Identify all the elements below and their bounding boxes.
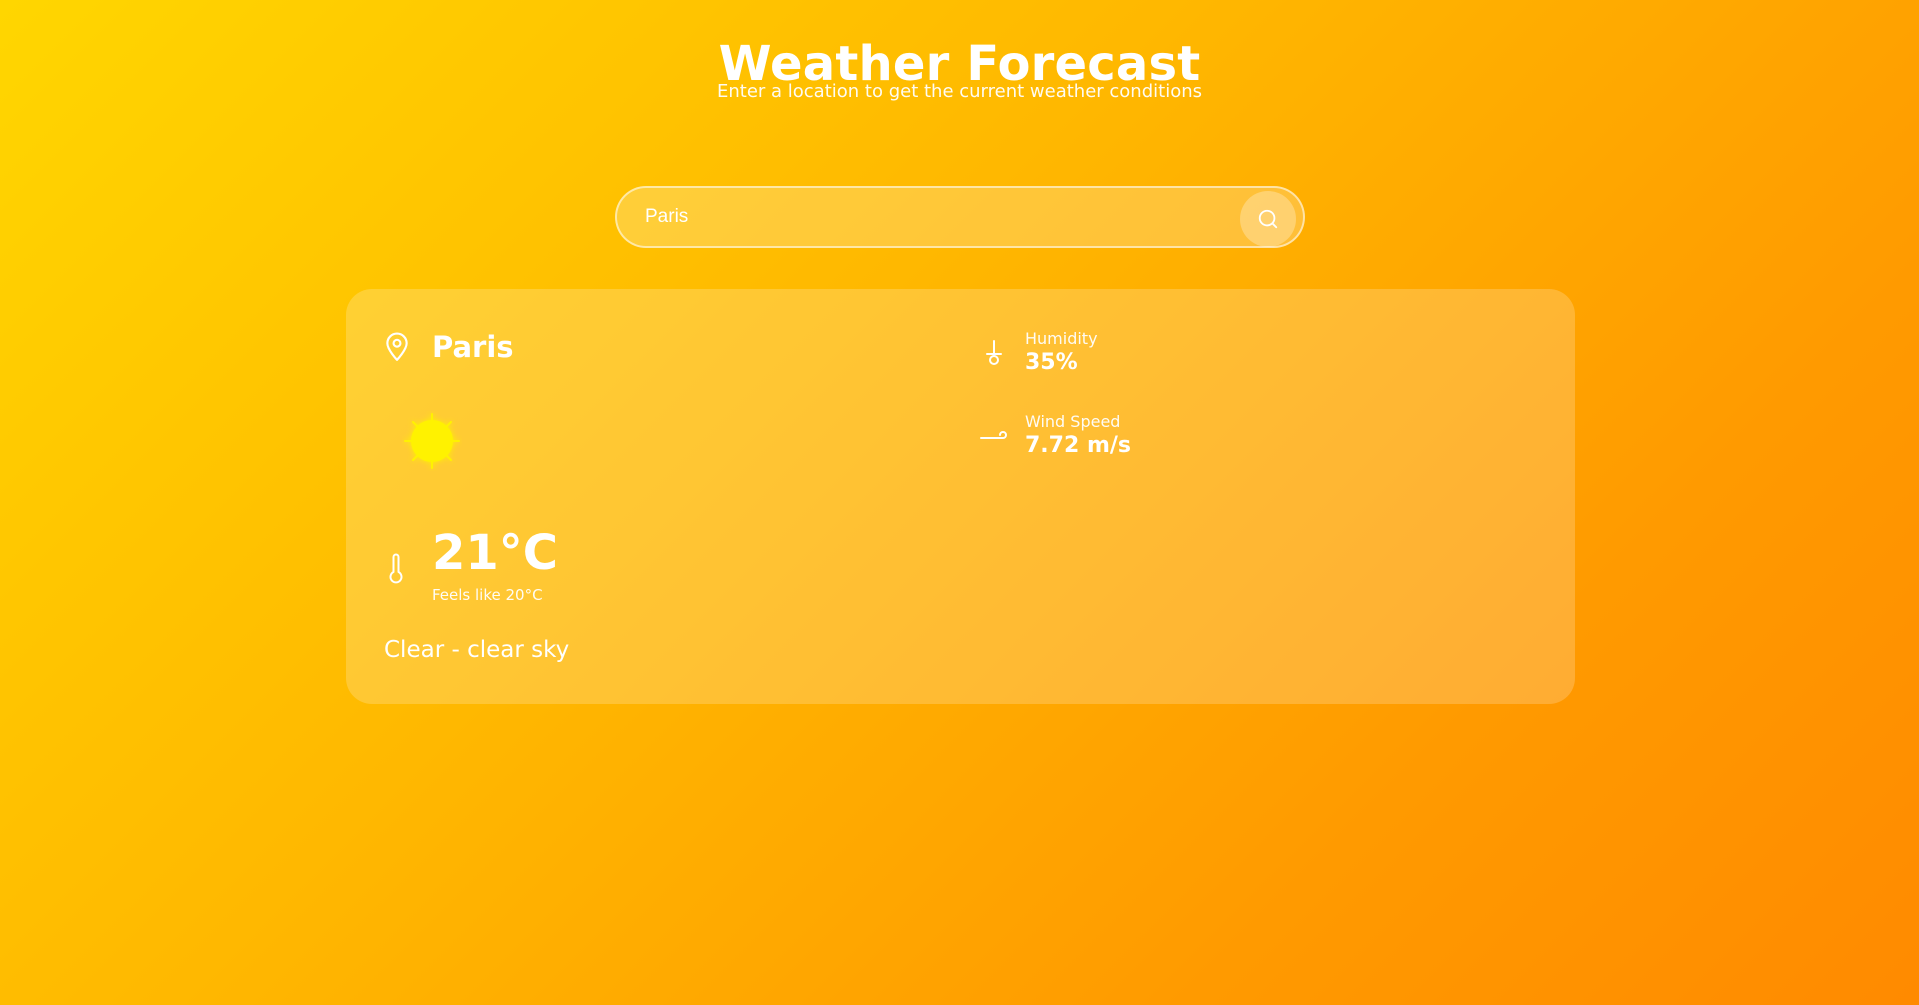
humidity-value: 35% — [1025, 350, 1078, 375]
wind-stat: Wind Speed 7.72 m/s — [979, 412, 1131, 460]
page-subtitle: Enter a location to get the current weat… — [716, 81, 1202, 102]
search-button[interactable] — [1240, 191, 1296, 247]
humidity-stat: Humidity 35% — [979, 329, 1098, 377]
weather-card: Paris 21°C Feels like 20°C Clear - clear… — [346, 289, 1575, 704]
location-row: Paris — [384, 329, 514, 365]
weather-condition-icon — [402, 411, 462, 471]
wind-icon — [979, 421, 1009, 451]
wind-label: Wind Speed — [1025, 412, 1121, 431]
humidity-text: Humidity 35% — [1025, 329, 1098, 377]
humidity-icon — [979, 338, 1009, 368]
feels-like: Feels like 20°C — [432, 586, 543, 604]
weather-description: Clear - clear sky — [384, 637, 570, 663]
map-pin-icon — [386, 332, 408, 361]
search-icon — [1258, 209, 1278, 229]
temperature-value: 21°C — [432, 525, 559, 581]
temperature-row: 21°C Feels like 20°C — [384, 525, 558, 605]
search-bar — [615, 186, 1305, 248]
humidity-label: Humidity — [1025, 329, 1098, 348]
thermometer-icon — [389, 553, 403, 584]
wind-text: Wind Speed 7.72 m/s — [1025, 412, 1131, 460]
wind-value: 7.72 m/s — [1025, 433, 1131, 458]
city-name: Paris — [432, 330, 514, 364]
search-input[interactable] — [645, 188, 1225, 246]
sun-icon — [404, 413, 460, 469]
temperature-block: 21°C Feels like 20°C — [432, 525, 558, 605]
